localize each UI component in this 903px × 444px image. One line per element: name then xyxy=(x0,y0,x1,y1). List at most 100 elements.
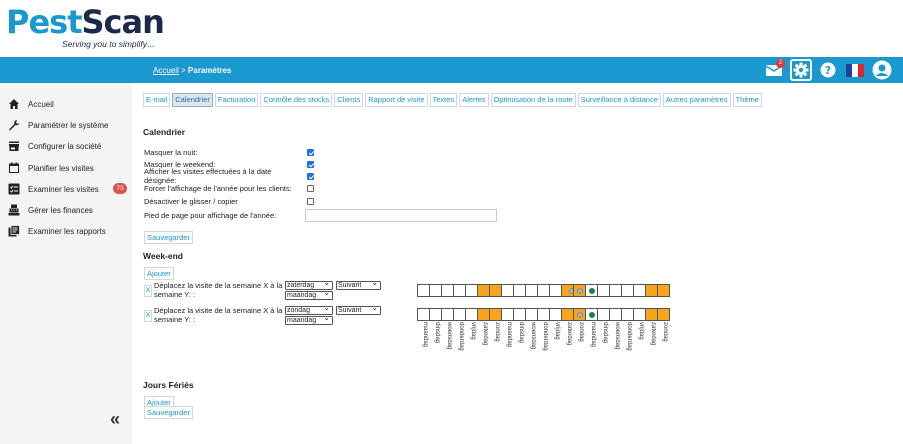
store-icon xyxy=(8,140,20,152)
help-button[interactable]: ? xyxy=(817,59,839,81)
weekday-label-text: zaterdag xyxy=(650,322,656,346)
sidebar-item-label: Accueil xyxy=(28,99,54,109)
weekday-label-text: donderdag xyxy=(626,322,632,351)
visits-count-badge: 73 xyxy=(113,183,127,194)
sidebar-item-configurer[interactable]: Configurer la société xyxy=(0,137,132,155)
breadcrumb-current: Paramètres xyxy=(187,66,232,75)
sidebar-item-label: Paramétrer le système xyxy=(28,120,109,130)
weekend-section-title: Week-end xyxy=(143,251,183,261)
weekday-label: woensdag xyxy=(525,322,537,356)
topbar-actions: 2 ? xyxy=(763,59,893,81)
direction-select[interactable]: Suivant xyxy=(336,279,381,290)
calendar-icon xyxy=(8,162,20,174)
sidebar-item-label: Examiner les visites xyxy=(28,184,99,194)
weekday-label: maandag xyxy=(417,322,429,356)
tab-alertes[interactable]: Alertes xyxy=(459,93,489,107)
tab-theme[interactable]: Thème xyxy=(732,93,762,107)
help-icon: ? xyxy=(820,62,836,78)
weekend-preview-strip-1 xyxy=(417,284,670,297)
option-force-year-row: Forcer l'affichage de l'année pour les c… xyxy=(144,182,314,194)
mail-button[interactable]: 2 xyxy=(763,59,785,81)
calendar-section-title: Calendrier xyxy=(143,127,186,137)
tab-facturation[interactable]: Facturation xyxy=(214,93,259,107)
weekday-label-text: maandag xyxy=(590,322,596,348)
weekday-label: zondag xyxy=(657,322,669,356)
sidebar-item-label: Gérer les finances xyxy=(28,205,93,215)
moved-visit-marker xyxy=(577,288,583,294)
sidebar: Accueil Paramétrer le système Configurer… xyxy=(0,83,132,444)
weekday-label: dinsdag xyxy=(597,322,609,356)
weekday-label: zaterdag xyxy=(561,322,573,356)
weekday-label: dinsdag xyxy=(429,322,441,356)
weekday-label: zondag xyxy=(573,322,585,356)
option-disable-drag-row: Désactiver le glisser / copier xyxy=(144,195,314,207)
weekday-label: woensdag xyxy=(441,322,453,356)
footer-row: Pied de page pour affichage de l'année: xyxy=(144,208,497,222)
weekday-label: dinsdag xyxy=(513,322,525,356)
breadcrumb-home-link[interactable]: Accueil xyxy=(153,66,179,75)
weekday-label-text: vrijdag xyxy=(470,322,476,340)
weekday-label-text: zaterdag xyxy=(482,322,488,346)
remove-rule-button[interactable]: X xyxy=(144,310,152,322)
year-footer-input[interactable] xyxy=(305,208,497,222)
option-hide-night-row: Masquer la nuit: xyxy=(144,146,314,158)
weekday-label: maandag xyxy=(585,322,597,356)
weekend-add-button[interactable]: Ajouter xyxy=(144,267,174,280)
weekday-label-text: dinsdag xyxy=(518,322,524,344)
register-icon xyxy=(8,204,20,216)
show-done-visits-checkbox[interactable] xyxy=(307,172,314,180)
force-year-checkbox[interactable] xyxy=(307,184,314,192)
target-visit-marker xyxy=(589,288,595,294)
weekday-label: woensdag xyxy=(609,322,621,356)
weekday-label-text: woensdag xyxy=(614,322,620,350)
option-label: Forcer l'affichage de l'année pour les c… xyxy=(144,183,292,193)
language-button[interactable] xyxy=(844,59,866,81)
sidebar-item-finances[interactable]: Gérer les finances xyxy=(0,201,132,219)
tab-email[interactable]: E-mail xyxy=(143,93,171,107)
sidebar-item-examiner-visites[interactable]: Examiner les visites 73 xyxy=(0,180,132,198)
settings-tabs: E-mail Calendrier Facturation Contrôle d… xyxy=(143,93,762,107)
weekday-label-text: dinsdag xyxy=(602,322,608,344)
footer-label: Pied de page pour affichage de l'année: xyxy=(144,210,277,220)
hide-night-checkbox[interactable] xyxy=(307,148,314,156)
sidebar-item-rapports[interactable]: Examiner les rapports xyxy=(0,222,132,240)
day-to-select[interactable]: maandag xyxy=(285,314,333,325)
tab-textes[interactable]: Textes xyxy=(429,93,458,107)
logo-wordmark: PestScan xyxy=(6,3,165,41)
tagline-dots: ... xyxy=(147,39,155,49)
tab-clients[interactable]: Clients xyxy=(334,93,364,107)
tab-autres-parametres[interactable]: Autres paramètres xyxy=(662,93,731,107)
sidebar-item-label: Configurer la société xyxy=(28,141,102,151)
remove-rule-button[interactable]: X xyxy=(144,285,152,297)
day-to-select[interactable]: maandag xyxy=(285,289,333,300)
settings-button[interactable] xyxy=(790,59,812,81)
home-icon xyxy=(8,98,20,110)
sidebar-item-accueil[interactable]: Accueil xyxy=(0,95,132,113)
weekday-label-text: zondag xyxy=(494,322,500,342)
option-label: Désactiver le glisser / copier xyxy=(144,196,238,206)
target-visit-marker xyxy=(589,312,595,318)
tab-optimisation-route[interactable]: Optimisation de la route xyxy=(490,93,576,107)
calendar-save-button[interactable]: Sauvegarder xyxy=(144,231,193,244)
holidays-save-button[interactable]: Sauvegarder xyxy=(144,406,193,419)
direction-select[interactable]: Suivant xyxy=(336,304,381,315)
sidebar-item-label: Examiner les rapports xyxy=(28,226,106,236)
option-show-done-row: Afficher les visites effectuées à la dat… xyxy=(144,167,314,185)
user-account-button[interactable] xyxy=(871,59,893,81)
weekday-label-text: donderdag xyxy=(458,322,464,351)
sidebar-item-parametrer[interactable]: Paramétrer le système xyxy=(0,116,132,134)
disable-drag-checkbox[interactable] xyxy=(307,197,314,205)
tab-calendrier[interactable]: Calendrier xyxy=(172,93,213,107)
tab-controle-stocks[interactable]: Contrôle des stocks xyxy=(260,93,333,107)
collapse-sidebar-button[interactable]: « xyxy=(110,409,120,430)
svg-text:?: ? xyxy=(825,64,831,77)
pestscan-logo[interactable]: PestScan Serving you to simplify... xyxy=(6,3,165,49)
logo-text-scan: Scan xyxy=(81,3,165,41)
tab-surveillance[interactable]: Surveillance à distance xyxy=(577,93,661,107)
weekday-label-text: dinsdag xyxy=(434,322,440,344)
tab-rapport-visite[interactable]: Rapport de visite xyxy=(365,93,428,107)
user-avatar-icon xyxy=(872,60,892,80)
weekday-label: vrijdag xyxy=(549,322,561,356)
sidebar-item-planifier[interactable]: Planifier les visites xyxy=(0,159,132,177)
hide-weekend-checkbox[interactable] xyxy=(307,160,314,168)
